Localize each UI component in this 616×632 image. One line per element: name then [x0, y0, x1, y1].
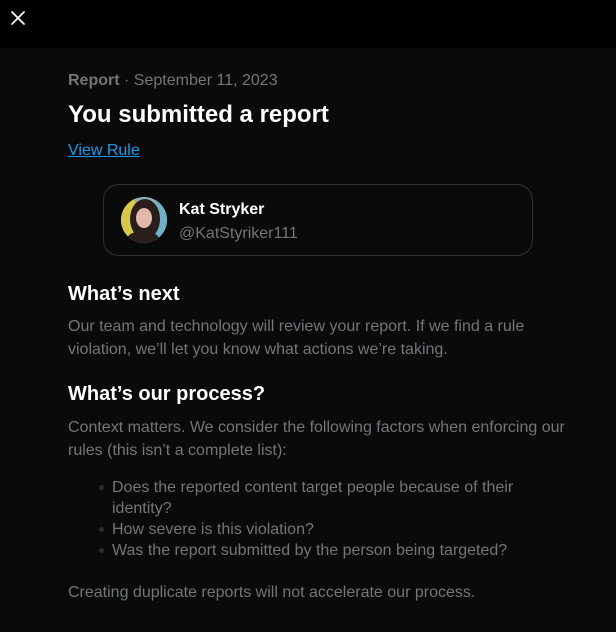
avatar: [121, 197, 167, 243]
process-heading: What’s our process?: [68, 383, 266, 405]
user-display-name: Kat Stryker: [179, 201, 265, 218]
report-date: September 11, 2023: [133, 72, 278, 89]
page-title: You submitted a report: [68, 101, 329, 128]
meta-separator: ·: [124, 72, 130, 89]
report-label: Report: [68, 72, 120, 89]
close-icon: [11, 11, 25, 25]
list-item: Was the report submitted by the person b…: [99, 540, 572, 561]
list-item: How severe is this violation?: [99, 519, 572, 540]
report-meta: Report · September 11, 2023: [68, 71, 278, 91]
list-item: Does the reported content target people …: [99, 477, 572, 519]
whats-next-body: Our team and technology will review your…: [68, 318, 525, 358]
top-bar: [0, 0, 616, 48]
process-intro: Context matters. We consider the followi…: [68, 419, 565, 459]
view-rule-link[interactable]: View Rule: [68, 141, 140, 161]
report-details-panel: Report · September 11, 2023 You submitte…: [0, 48, 616, 632]
user-handle: @KatStyriker111: [179, 225, 298, 242]
factor-list: Does the reported content target people …: [92, 477, 572, 561]
whats-next-heading: What’s next: [68, 283, 180, 305]
close-button[interactable]: [0, 0, 36, 36]
footer-note: Creating duplicate reports will not acce…: [68, 584, 476, 601]
reported-user-card[interactable]: Kat Stryker @KatStyriker111: [103, 184, 533, 256]
